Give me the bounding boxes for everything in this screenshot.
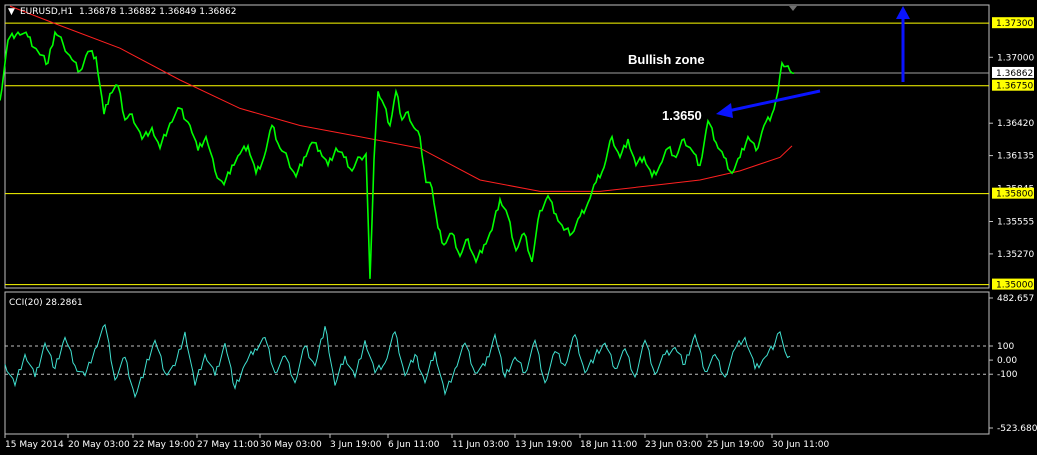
cci-tick-label: -100 — [997, 370, 1018, 380]
time-tick-label: 18 Jun 11:00 — [580, 440, 637, 450]
price-tick-label: 1.37000 — [997, 53, 1034, 63]
price-tick-label: 1.35555 — [997, 218, 1034, 228]
cci-tick-label: 100 — [997, 342, 1014, 352]
time-tick-label: 30 May 03:00 — [260, 440, 322, 450]
time-tick-label: 23 Jun 03:00 — [645, 440, 702, 450]
symbol-label: EURUSD,H1 — [20, 7, 73, 17]
cci-tick-label: -523.6804 — [997, 424, 1037, 434]
cci-panel-frame — [4, 291, 990, 435]
time-tick-label: 6 Jun 11:00 — [388, 440, 440, 450]
level-annotation: 1.3650 — [662, 108, 702, 123]
price-panel-frame — [4, 4, 990, 289]
ohlc-values: 1.36878 1.36882 1.36849 1.36862 — [79, 7, 236, 17]
cci-tick-label: 0.00 — [997, 356, 1017, 366]
time-tick-label: 3 Jun 19:00 — [330, 440, 382, 450]
level-tag-label: 1.36750 — [996, 82, 1033, 92]
chart-window[interactable]: ▼ EURUSD,H1 1.36878 1.36882 1.36849 1.36… — [0, 0, 1037, 455]
time-tick-label: 13 Jun 19:00 — [515, 440, 572, 450]
time-tick-label: 25 Jun 19:00 — [707, 440, 764, 450]
time-tick-label: 11 Jun 03:00 — [452, 440, 509, 450]
cci-tick-label: 482.657 — [997, 294, 1034, 304]
time-tick-label: 27 May 11:00 — [197, 440, 259, 450]
cci-axis: 482.657 100 0.00 -100 -523.6804 — [989, 294, 1037, 434]
cci-label: CCI(20) 28.2861 — [9, 298, 83, 308]
time-tick-label: 30 Jun 11:00 — [772, 440, 829, 450]
time-tick-label: 22 May 19:00 — [133, 440, 195, 450]
price-tick-label: 1.36135 — [997, 152, 1034, 162]
current-price-value: 1.36862 — [996, 69, 1033, 79]
time-tick-label: 15 May 2014 — [5, 440, 64, 450]
time-tick-label: 20 May 03:00 — [68, 440, 130, 450]
level-tag-label: 1.35000 — [996, 281, 1033, 291]
collapse-arrow-icon[interactable]: ▼ — [8, 7, 15, 17]
level-tag-label: 1.37300 — [996, 19, 1033, 29]
bullish-zone-annotation: Bullish zone — [628, 52, 705, 67]
level-tag-label: 1.35800 — [996, 190, 1033, 200]
time-axis: 15 May 2014 20 May 03:00 22 May 19:00 27 Ma… — [4, 434, 829, 450]
price-tick-label: 1.36420 — [997, 119, 1034, 129]
price-tick-label: 1.35270 — [997, 250, 1034, 260]
